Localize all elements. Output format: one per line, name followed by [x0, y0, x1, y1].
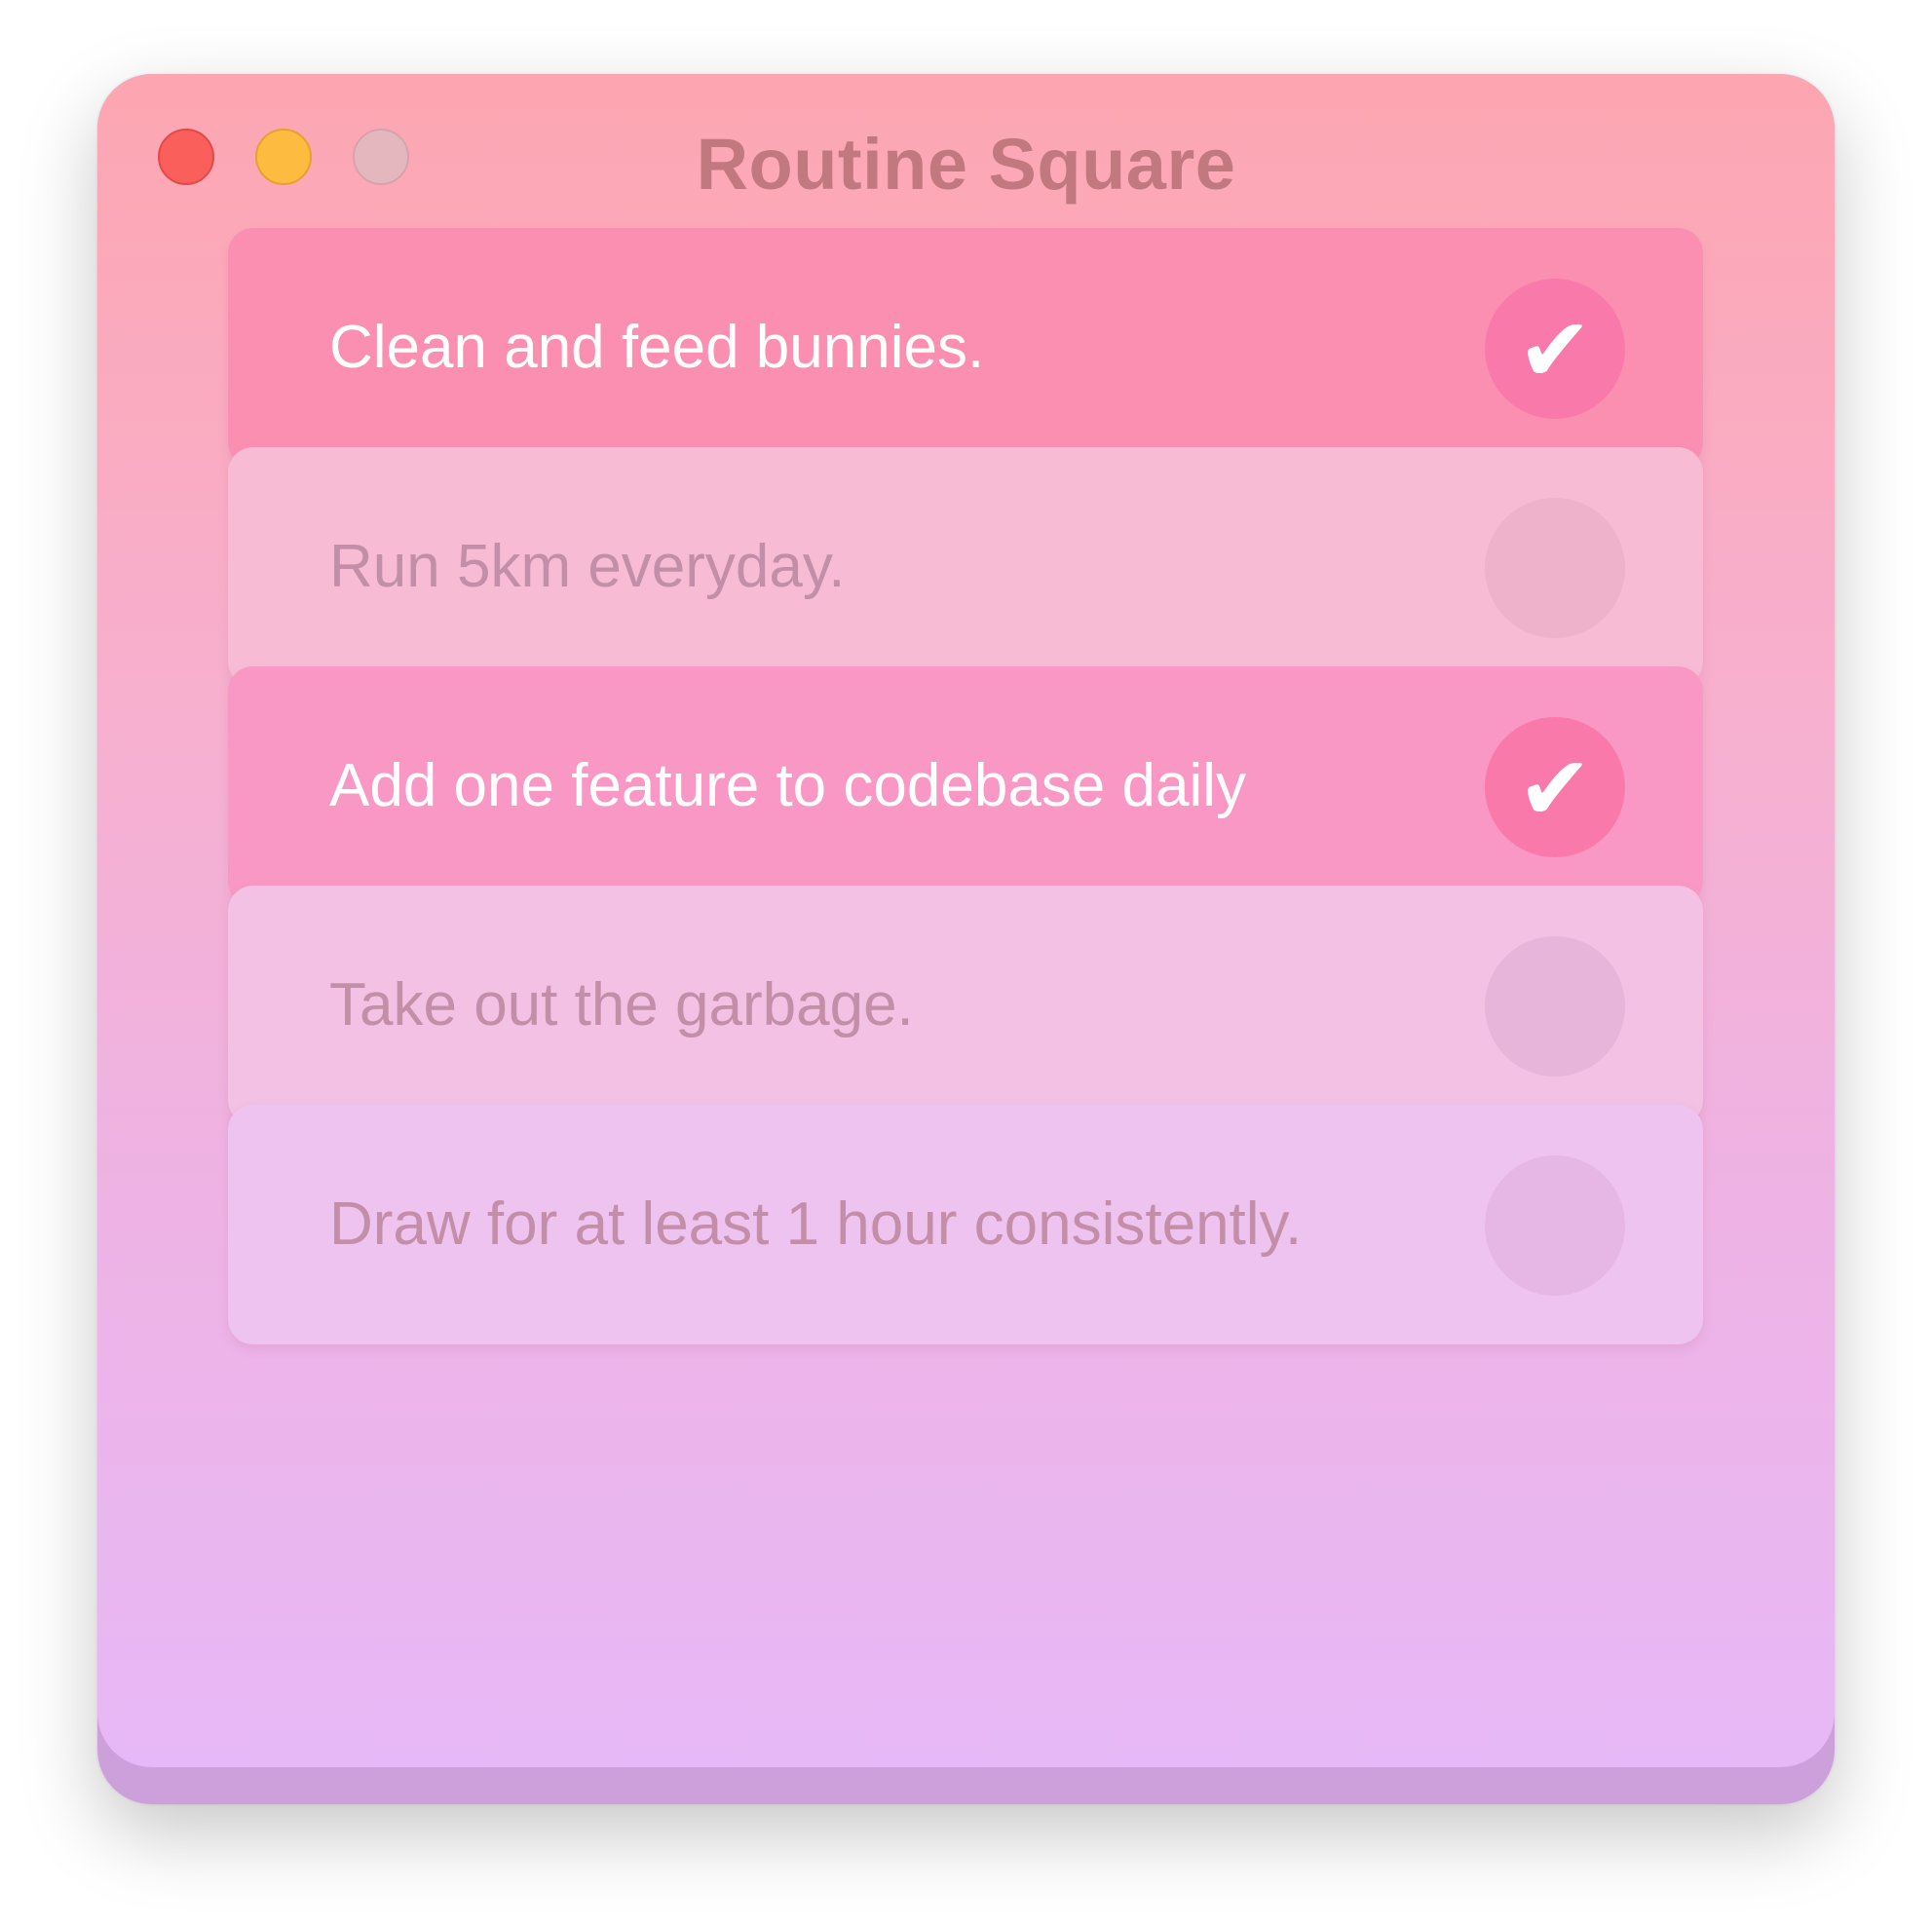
task-checkbox[interactable]: ✔: [1485, 279, 1625, 419]
task-label: Clean and feed bunnies.: [329, 314, 985, 381]
app-window: Routine Square Clean and feed bunnies. ✔…: [97, 74, 1835, 1804]
task-checkbox[interactable]: [1485, 1155, 1625, 1296]
task-item-3[interactable]: Add one feature to codebase daily ✔: [228, 666, 1703, 906]
task-checkbox[interactable]: ✔: [1485, 717, 1625, 857]
checkmark-icon: ✔: [1517, 737, 1593, 841]
task-label: Draw for at least 1 hour consistently.: [329, 1190, 1303, 1258]
task-item-4[interactable]: Take out the garbage.: [228, 886, 1703, 1125]
window-content: Routine Square Clean and feed bunnies. ✔…: [97, 74, 1835, 1767]
window-title: Routine Square: [696, 124, 1236, 205]
task-checkbox[interactable]: [1485, 498, 1625, 638]
task-checkbox[interactable]: [1485, 936, 1625, 1077]
task-item-5[interactable]: Draw for at least 1 hour consistently.: [228, 1105, 1703, 1344]
task-item-2[interactable]: Run 5km everyday.: [228, 447, 1703, 687]
checkmark-icon: ✔: [1517, 298, 1593, 402]
task-label: Take out the garbage.: [329, 971, 914, 1039]
task-label: Run 5km everyday.: [329, 533, 846, 600]
task-label: Add one feature to codebase daily: [329, 752, 1247, 819]
task-item-1[interactable]: Clean and feed bunnies. ✔: [228, 228, 1703, 468]
